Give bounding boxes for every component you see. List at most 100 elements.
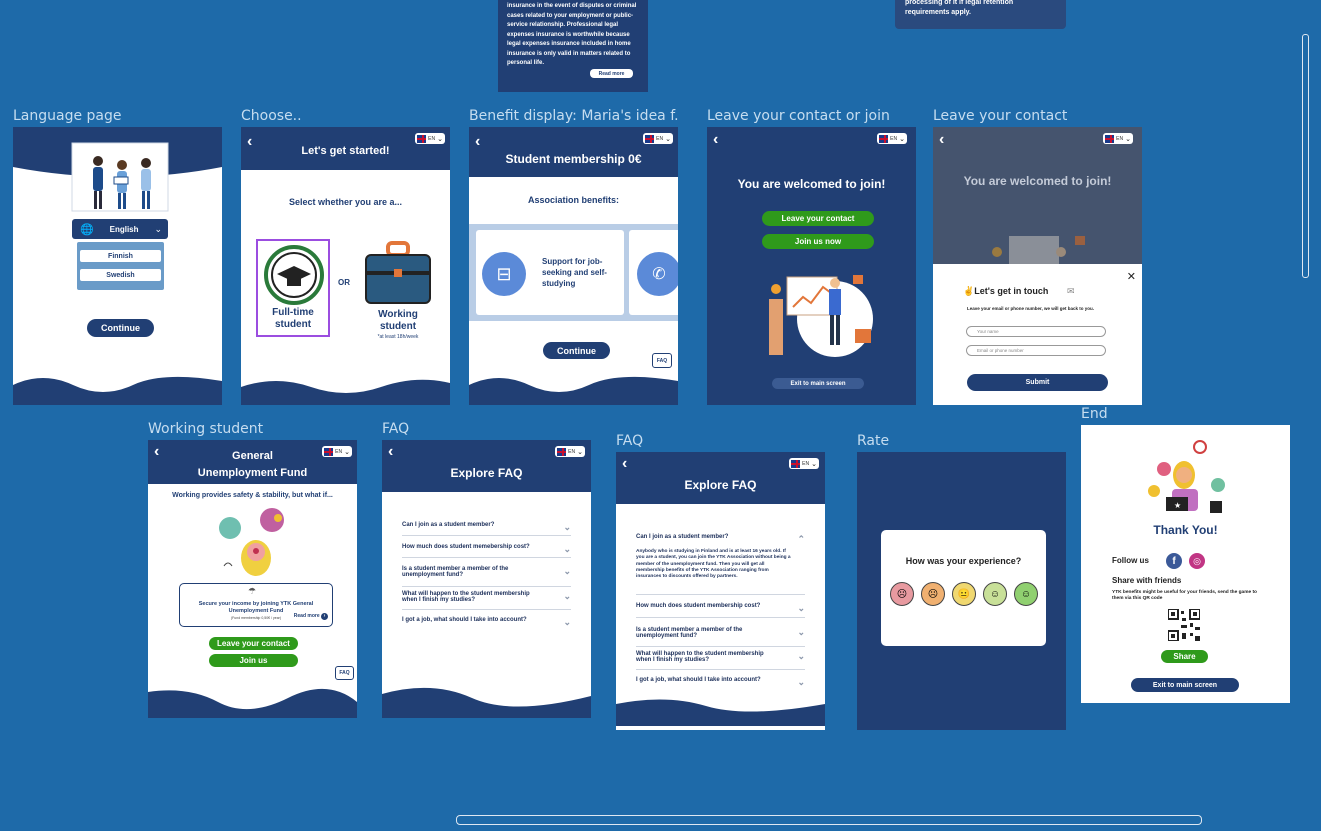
faq-question[interactable]: What will happen to the student membersh… — [636, 651, 805, 670]
language-flag-select[interactable]: EN ⌄ — [877, 133, 907, 144]
modal-title: ✌Let's get in touch — [963, 286, 1048, 297]
follow-us-label: Follow us — [1112, 556, 1149, 565]
faq-question[interactable]: How much does student memebership cost? ⌄ — [402, 544, 571, 558]
working-frame[interactable]: ‹ EN ⌄ General Unemployment Fund Working … — [148, 440, 357, 718]
sad-face-icon[interactable]: ☹ — [921, 582, 945, 606]
phone-circle-icon: ✆ — [637, 252, 678, 296]
happy-face-icon[interactable]: ☺ — [983, 582, 1007, 606]
continue-button[interactable]: Continue — [87, 319, 154, 337]
share-button[interactable]: Share — [1161, 650, 1208, 663]
name-input[interactable]: Your name — [966, 326, 1106, 337]
working-label-1: Working — [378, 309, 418, 320]
faq-bubble-text: FAQ — [339, 670, 350, 676]
faq-frame-1[interactable]: ‹ EN ⌄ Explore FAQ Can I join as a studen… — [382, 440, 591, 718]
contact-frame[interactable]: ‹ EN ⌄ You are welcomed to join! ✕ ✌Let's… — [933, 127, 1142, 405]
share-text: YTK benefits might be useful for your fr… — [1112, 590, 1257, 601]
faq-question[interactable]: I got a job, what should I take into acc… — [402, 617, 571, 629]
bottom-wave — [13, 376, 222, 405]
language-flag-select[interactable]: EN ⌄ — [555, 446, 585, 457]
frame-label-contact-or-join: Leave your contact or join — [707, 108, 890, 124]
modal-subtitle: Leave your email or phone number, we wil… — [967, 306, 1095, 311]
benefit-card[interactable]: ⊟ Support for job-seeking and self-study… — [476, 230, 624, 315]
faq-question[interactable]: Is a student member a member of the unem… — [402, 566, 571, 587]
working-student-option[interactable]: Working student *at least 18h/week — [359, 235, 437, 343]
close-icon[interactable]: ✕ — [1127, 270, 1136, 283]
rate-frame[interactable]: How was your experience? ☹ ☹ 😐 ☺ ☺ — [857, 452, 1066, 730]
back-arrow-icon[interactable]: ‹ — [388, 444, 393, 460]
leave-contact-button[interactable]: Leave your contact — [209, 637, 298, 650]
faq-question-text: How much does student membership cost? — [636, 603, 761, 609]
exit-to-main-button[interactable]: Exit to main screen — [772, 378, 864, 389]
faq-question-text: Is a student member a member of the unem… — [402, 566, 509, 578]
contact-input[interactable]: Email or phone number — [966, 345, 1106, 356]
rate-card: How was your experience? ☹ ☹ 😐 ☺ ☺ — [881, 530, 1046, 646]
faq-question[interactable]: I got a job, what should I take into acc… — [636, 677, 805, 689]
frame-label-faq-2: FAQ — [616, 433, 644, 449]
people-illustration-icon — [71, 142, 169, 212]
contact-input-placeholder: Email or phone number — [977, 348, 1024, 353]
facebook-icon[interactable]: f — [1166, 553, 1182, 569]
language-select[interactable]: 🌐 English ⌄ — [72, 219, 168, 239]
language-option-finnish[interactable]: Finnish — [80, 250, 161, 262]
full-time-student-option[interactable]: Full-time student — [256, 239, 330, 337]
faq-question[interactable]: Can I join as a student member? ⌄ — [402, 522, 571, 536]
faq-question-text: I got a job, what should I take into acc… — [402, 617, 527, 623]
language-frame[interactable]: 🌐 English ⌄ Finnish Swedish Continue — [13, 127, 222, 405]
exit-to-main-button[interactable]: Exit to main screen — [1131, 678, 1239, 692]
uk-flag-icon — [557, 447, 567, 456]
or-label: OR — [338, 278, 350, 287]
faq-bubble-icon[interactable]: FAQ — [335, 666, 354, 680]
faq-question[interactable]: How much does student membership cost? ⌄ — [636, 603, 805, 618]
faq-question-expanded[interactable]: Can I join as a student member? ⌃ — [636, 534, 805, 546]
very-sad-face-icon[interactable]: ☹ — [890, 582, 914, 606]
benefit-card-next[interactable]: ✆ — [629, 230, 678, 315]
fund-card[interactable]: ☂ Secure your income by joining YTK Gene… — [179, 583, 333, 627]
language-option-swedish[interactable]: Swedish — [80, 269, 161, 281]
language-flag-select[interactable]: EN ⌄ — [1103, 133, 1133, 144]
back-arrow-icon[interactable]: ‹ — [622, 456, 627, 472]
full-time-label-2: student — [274, 319, 312, 330]
working-label-2: student — [379, 321, 417, 332]
choose-title: Let's get started! — [301, 145, 390, 157]
frame-label-rate: Rate — [857, 433, 890, 449]
faq-answer: Anybody who is studying in Finland and i… — [636, 549, 791, 580]
back-arrow-icon[interactable]: ‹ — [475, 134, 480, 150]
arrow-right-circle-icon: › — [321, 613, 328, 620]
chevron-down-icon: ⌄ — [797, 651, 805, 661]
back-arrow-icon[interactable]: ‹ — [713, 132, 718, 148]
faq-bubble-icon[interactable]: FAQ — [652, 353, 672, 368]
faq-question[interactable]: Is a student member a member of the unem… — [636, 627, 805, 647]
chevron-down-icon: ⌄ — [154, 223, 162, 234]
vertical-scrollbar[interactable] — [1302, 34, 1309, 278]
leave-contact-button[interactable]: Leave your contact — [762, 211, 874, 226]
horizontal-scrollbar[interactable] — [456, 815, 1202, 825]
benefit-frame[interactable]: ‹ EN ⌄ Student membership 0€ Association … — [469, 127, 678, 405]
back-arrow-icon[interactable]: ‹ — [939, 132, 944, 148]
message-icon: ✉ — [1067, 286, 1075, 296]
briefcase-circle-icon: ⊟ — [482, 252, 526, 296]
faq-frame-2[interactable]: ‹ EN ⌄ Explore FAQ Can I join as a studen… — [616, 452, 825, 730]
full-time-label-1: Full-time — [272, 307, 314, 318]
neutral-face-icon[interactable]: 😐 — [952, 582, 976, 606]
language-flag-select[interactable]: EN ⌄ — [789, 458, 819, 469]
join-us-button[interactable]: Join us — [209, 654, 298, 667]
end-frame[interactable]: ★ Thank You! Follow us f ◎ Share with fr… — [1081, 425, 1290, 703]
choose-frame[interactable]: ‹ EN ⌄ Let's get started! Select whether … — [241, 127, 450, 405]
uk-flag-icon — [417, 134, 427, 143]
read-more-button[interactable]: Read more — [590, 69, 633, 78]
very-happy-face-icon[interactable]: ☺ — [1014, 582, 1038, 606]
contact-or-join-frame[interactable]: ‹ EN ⌄ You are welcomed to join! Leave yo… — [707, 127, 916, 405]
faq-title: Explore FAQ — [450, 466, 523, 480]
chevron-down-icon: ⌄ — [563, 544, 571, 554]
instagram-icon[interactable]: ◎ — [1189, 553, 1205, 569]
language-flag-select[interactable]: EN ⌄ — [643, 133, 673, 144]
submit-button[interactable]: Submit — [967, 374, 1108, 391]
read-more-link[interactable]: Read more › — [294, 613, 328, 620]
join-now-button[interactable]: Join us now — [762, 234, 874, 249]
language-flag-select[interactable]: EN ⌄ — [415, 133, 445, 144]
thankyou-illustration-icon: ★ — [1148, 440, 1225, 513]
continue-button[interactable]: Continue — [543, 342, 610, 359]
chevron-down-icon: ⌄ — [797, 603, 805, 613]
frame-label-working: Working student — [148, 421, 264, 437]
faq-question[interactable]: What will happen to the student membersh… — [402, 591, 571, 610]
